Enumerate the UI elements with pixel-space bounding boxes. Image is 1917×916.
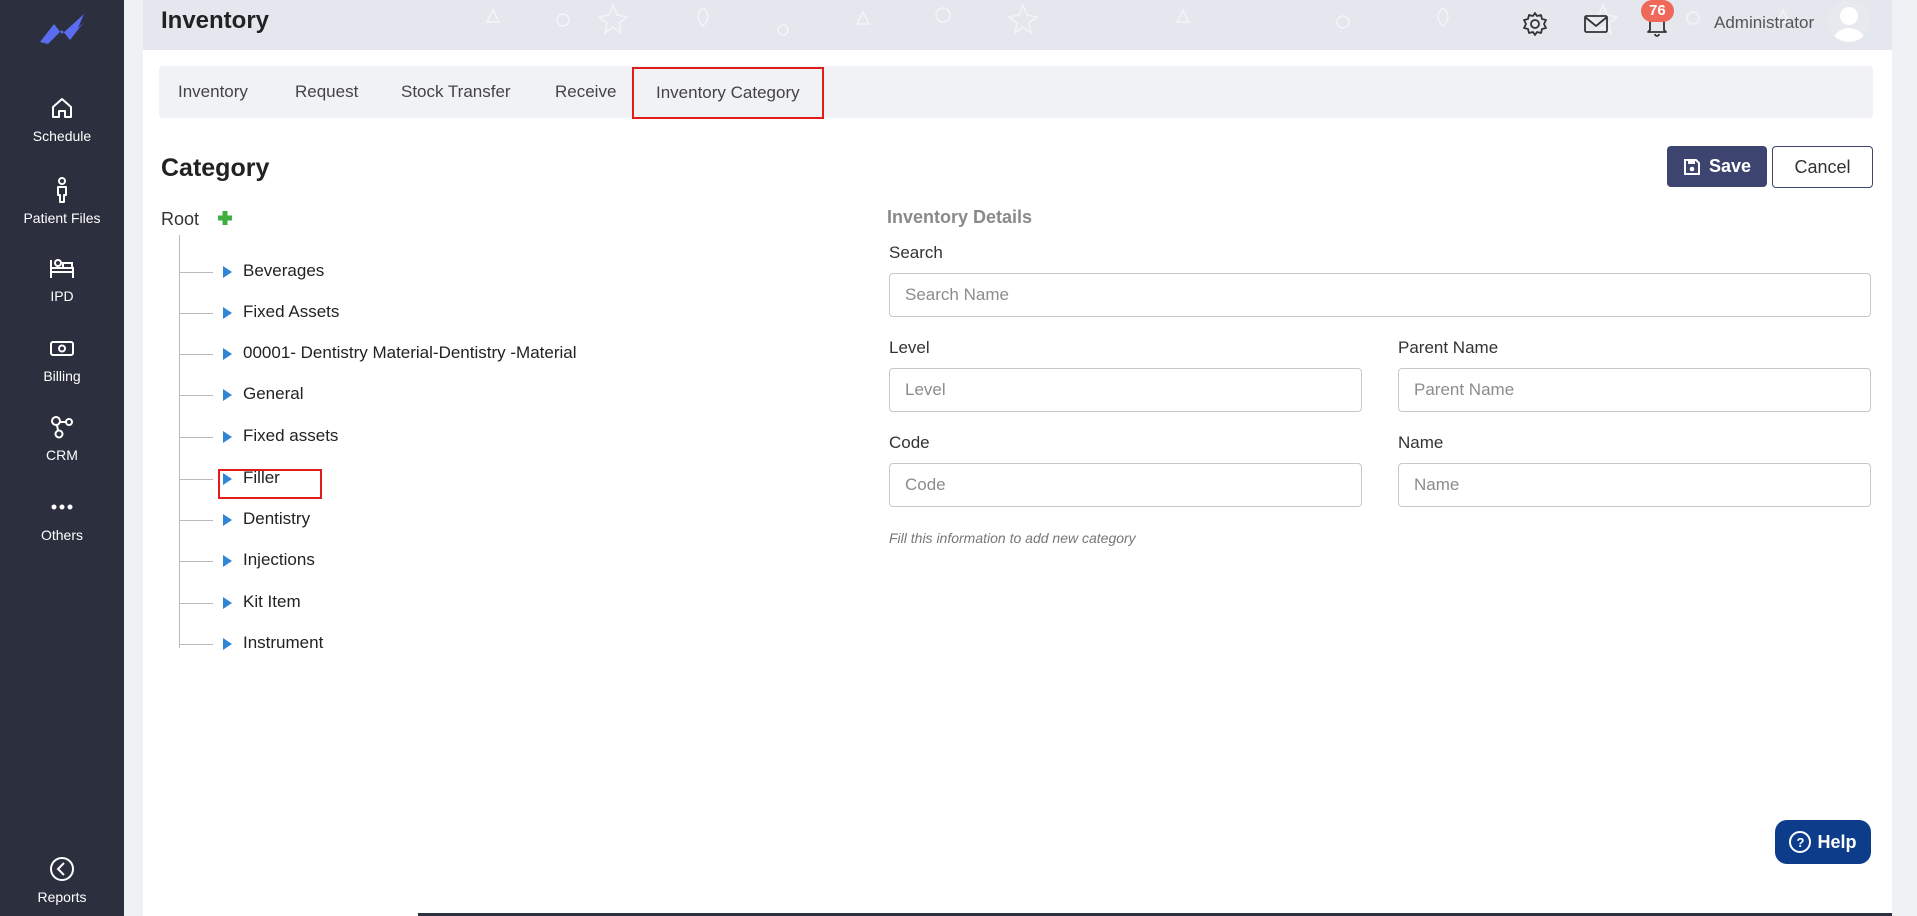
tree-node-label[interactable]: Fixed assets	[243, 426, 338, 446]
crm-icon	[48, 413, 76, 441]
form-title: Inventory Details	[887, 207, 1033, 227]
expand-arrow-icon[interactable]	[223, 514, 232, 526]
code-label: Code	[889, 433, 930, 452]
sidebar-item-label: IPD	[50, 288, 74, 304]
sidebar-item-label: CRM	[46, 447, 78, 463]
search-input[interactable]	[889, 273, 1871, 317]
form-hint: Fill this information to add new categor…	[889, 530, 1136, 546]
name-label: Name	[1398, 433, 1444, 452]
sidebar: Schedule Patient Files IPD Billing CRM O…	[0, 0, 124, 916]
sidebar-item-ipd[interactable]: IPD	[0, 254, 124, 304]
user-name[interactable]: Administrator	[1714, 13, 1814, 33]
sidebar-item-label: Patient Files	[23, 210, 101, 226]
tree-node-label[interactable]: Kit Item	[243, 592, 301, 612]
page-title: Inventory	[161, 7, 270, 34]
expand-arrow-icon[interactable]	[223, 638, 232, 650]
tree-node-label[interactable]: General	[243, 384, 303, 404]
tree-root-label[interactable]: Root	[161, 209, 199, 230]
section-title: Category	[161, 154, 270, 182]
expand-arrow-icon[interactable]	[223, 597, 232, 609]
expand-arrow-icon[interactable]	[223, 348, 232, 360]
main-content: Inventory 76 Administrator Inventory Req…	[143, 0, 1892, 916]
tree-node-label[interactable]: Injections	[243, 550, 315, 570]
help-button-label: Help	[1817, 831, 1857, 852]
sidebar-item-reports[interactable]: Reports	[0, 855, 124, 905]
expand-arrow-icon[interactable]	[223, 266, 232, 278]
party-pattern-background	[485, 2, 1791, 36]
settings-gear-icon[interactable]	[1521, 10, 1549, 38]
bed-icon	[48, 254, 76, 282]
expand-arrow-icon[interactable]	[223, 431, 232, 443]
tree-branch-line	[180, 272, 213, 273]
notification-badge: 76	[1641, 0, 1674, 22]
name-input[interactable]	[1398, 463, 1871, 507]
dots-icon	[48, 493, 76, 521]
tab-receive[interactable]: Receive	[555, 66, 616, 118]
sidebar-item-patient-files[interactable]: Patient Files	[0, 176, 124, 226]
expand-arrow-icon[interactable]	[223, 555, 232, 567]
sidebar-item-label: Billing	[43, 368, 81, 384]
expand-arrow-icon[interactable]	[223, 389, 232, 401]
tree-node-label[interactable]: Instrument	[243, 633, 323, 653]
cancel-button[interactable]: Cancel	[1772, 146, 1873, 188]
tree-branch-line	[180, 479, 213, 480]
sidebar-item-label: Schedule	[32, 128, 92, 144]
sidebar-item-billing[interactable]: Billing	[0, 334, 124, 384]
top-bar: Inventory 76 Administrator	[143, 0, 1892, 50]
mail-icon[interactable]	[1582, 10, 1610, 38]
tree-node-label[interactable]: Dentistry	[243, 509, 310, 529]
tree-branch-line	[180, 354, 213, 355]
tree-branch-line	[180, 520, 213, 521]
sidebar-item-others[interactable]: Others	[0, 493, 124, 543]
sidebar-item-schedule[interactable]: Schedule	[0, 94, 124, 144]
save-disk-icon	[1683, 158, 1700, 175]
sidebar-item-label: Reports	[37, 889, 87, 905]
back-circle-icon	[48, 855, 76, 883]
expand-arrow-icon[interactable]	[223, 307, 232, 319]
help-button[interactable]: ? Help	[1775, 820, 1871, 864]
parent-name-label: Parent Name	[1398, 338, 1499, 357]
tree-node-label[interactable]: Beverages	[243, 261, 324, 281]
search-label: Search	[889, 243, 943, 262]
tab-request[interactable]: Request	[295, 66, 358, 118]
person-icon	[48, 176, 76, 204]
filler-highlight-box	[218, 469, 322, 499]
user-avatar-icon	[1833, 7, 1865, 42]
tab-bar: Inventory Request Stock Transfer Receive…	[159, 66, 1873, 119]
level-input[interactable]	[889, 368, 1362, 412]
code-input[interactable]	[889, 463, 1362, 507]
save-button-label: Save	[1708, 156, 1752, 176]
tree-connector-line	[179, 235, 180, 648]
save-button[interactable]: Save	[1667, 146, 1767, 187]
tree-node-label[interactable]: Fixed Assets	[243, 302, 339, 322]
sidebar-item-label: Others	[40, 527, 83, 543]
billing-icon	[48, 334, 76, 362]
tab-stock-transfer[interactable]: Stock Transfer	[401, 66, 511, 118]
avatar[interactable]	[1828, 0, 1870, 42]
tree-node-label[interactable]: 00001- Dentistry Material-Dentistry -Mat…	[243, 343, 577, 363]
app-logo[interactable]	[38, 12, 86, 46]
parent-name-input[interactable]	[1398, 368, 1871, 412]
question-mark-icon: ?	[1789, 831, 1812, 853]
home-icon	[48, 94, 76, 122]
tree-branch-line	[180, 561, 213, 562]
tab-inventory-category[interactable]: Inventory Category	[632, 67, 824, 119]
tree-branch-line	[180, 395, 213, 396]
level-label: Level	[889, 338, 930, 357]
tree-branch-line	[180, 644, 213, 645]
add-plus-icon[interactable]	[216, 209, 234, 227]
tree-branch-line	[180, 437, 213, 438]
tree-branch-line	[180, 603, 213, 604]
sidebar-item-crm[interactable]: CRM	[0, 413, 124, 463]
tab-inventory[interactable]: Inventory	[178, 66, 248, 118]
tree-branch-line	[180, 313, 213, 314]
